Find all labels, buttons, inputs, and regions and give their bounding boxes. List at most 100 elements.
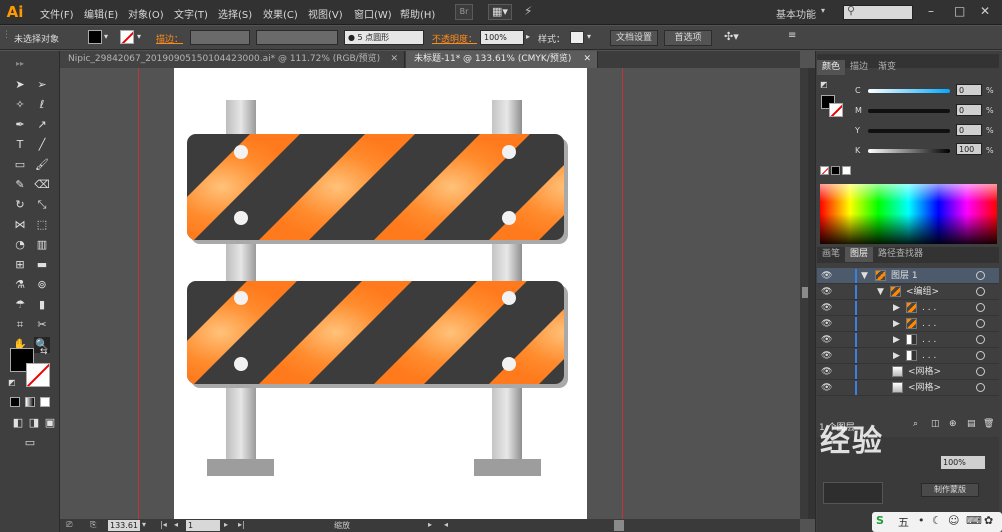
locate-object-icon[interactable]: ⌕ — [913, 419, 918, 429]
stroke-none-swatch[interactable] — [120, 30, 134, 44]
eyedropper-tool-icon[interactable]: ⚗ — [12, 277, 28, 293]
next-artboard-icon[interactable]: ▸ — [224, 520, 228, 529]
lasso-tool-icon[interactable]: ℓ — [34, 97, 50, 113]
layer-name[interactable]: . . . — [922, 348, 936, 364]
target-circle-icon[interactable] — [976, 351, 985, 360]
gradient-mode-icon[interactable] — [25, 397, 35, 407]
symbol-sprayer-tool-icon[interactable]: ☂ — [12, 297, 28, 313]
chevron-down-icon[interactable]: ▾ — [142, 520, 146, 529]
channel-value-k[interactable]: 100 — [956, 143, 982, 155]
menu-help[interactable]: 帮助(H) — [400, 6, 435, 21]
channel-slider-c[interactable] — [868, 89, 950, 93]
layer-row[interactable]: 👁 ▶ . . . — [817, 348, 999, 364]
arrange-documents-icon[interactable]: ▦▾ — [488, 4, 512, 20]
expand-icon[interactable]: ▶ — [893, 332, 900, 348]
variable-width-field[interactable] — [256, 30, 338, 45]
tab-stroke[interactable]: 描边 — [845, 60, 873, 75]
paintbrush-tool-icon[interactable]: 🖌 — [34, 157, 50, 173]
menu-edit[interactable]: 编辑(E) — [84, 6, 118, 21]
share-icon[interactable]: ⎘ — [90, 520, 96, 530]
opacity-label[interactable]: 不透明度： — [432, 32, 477, 45]
layer-row[interactable]: 👁 ▼ 图层 1 — [817, 268, 999, 284]
chevron-right-icon[interactable]: ▸ — [526, 32, 530, 41]
artboard-number-field[interactable]: 1 — [186, 520, 220, 531]
guide-line[interactable] — [138, 68, 139, 520]
curvature-tool-icon[interactable]: ↗ — [34, 117, 50, 133]
punctuation-icon[interactable]: • — [918, 514, 925, 527]
last-artboard-icon[interactable]: ▸| — [238, 520, 245, 529]
stroke-toggle-icon[interactable]: ◩ — [820, 80, 828, 89]
magic-wand-tool-icon[interactable]: ✧ — [12, 97, 28, 113]
eraser-tool-icon[interactable]: ⌫ — [34, 177, 50, 193]
slice-tool-icon[interactable]: ✂ — [34, 317, 50, 333]
tab-document-2[interactable]: 未标题-11* @ 133.61% (CMYK/预览) ✕ — [406, 51, 598, 68]
target-circle-icon[interactable] — [976, 287, 985, 296]
menu-effect[interactable]: 效果(C) — [263, 6, 298, 21]
column-graph-tool-icon[interactable]: ▮ — [34, 297, 50, 313]
clipping-mask-icon[interactable]: ◫ — [931, 419, 940, 429]
prev-artboard-icon[interactable]: ◂ — [174, 520, 178, 529]
visibility-eye-icon[interactable]: 👁 — [821, 300, 832, 316]
draw-inside-icon[interactable]: ▣ — [42, 415, 58, 431]
layer-row[interactable]: 👁 ▼ <编组> — [817, 284, 999, 300]
artboard-tool-icon[interactable]: ⌗ — [12, 317, 28, 333]
stroke-color-swatch[interactable] — [26, 363, 50, 387]
channel-value-m[interactable]: 0 — [956, 104, 982, 116]
line-tool-icon[interactable]: ╱ — [34, 137, 50, 153]
expand-icon[interactable]: ▶ — [893, 300, 900, 316]
target-circle-icon[interactable] — [976, 271, 985, 280]
draw-behind-icon[interactable]: ◨ — [26, 415, 42, 431]
sogou-icon[interactable]: S — [876, 514, 884, 527]
layer-name[interactable]: . . . — [922, 300, 936, 316]
scroll-left-icon[interactable]: ◂ — [444, 520, 448, 529]
ime-mode-label[interactable]: 五 — [898, 514, 909, 530]
chevron-right-icon[interactable]: ▸ — [428, 520, 432, 529]
rectangle-tool-icon[interactable]: ▭ — [12, 157, 28, 173]
new-sublayer-icon[interactable]: ⊕ — [949, 419, 957, 429]
direct-selection-tool-icon[interactable]: ➢ — [34, 77, 50, 93]
opacity-field[interactable]: 100% — [480, 30, 524, 45]
width-tool-icon[interactable]: ⋈ — [12, 217, 28, 233]
channel-slider-y[interactable] — [868, 129, 950, 133]
artboard[interactable] — [174, 68, 587, 520]
layer-row[interactable]: 👁 ▶ . . . — [817, 300, 999, 316]
close-icon[interactable]: ✕ — [390, 51, 398, 68]
panel-dock-edge[interactable] — [808, 68, 815, 519]
layer-row[interactable]: 👁 ▶ . . . — [817, 316, 999, 332]
close-icon[interactable]: ✕ — [583, 51, 591, 68]
stroke-label[interactable]: 描边： — [156, 32, 183, 45]
visibility-eye-icon[interactable]: 👁 — [821, 332, 832, 348]
visibility-eye-icon[interactable]: 👁 — [821, 268, 832, 284]
preferences-button[interactable]: 首选项 — [664, 30, 712, 46]
keyboard-icon[interactable]: ⌨ — [966, 514, 982, 527]
first-artboard-icon[interactable]: |◂ — [160, 520, 167, 529]
gradient-tool-icon[interactable]: ▬ — [34, 257, 50, 273]
tab-brushes[interactable]: 画笔 — [817, 247, 845, 262]
chevron-down-icon[interactable]: ▾ — [587, 32, 591, 41]
layer-name[interactable]: <网格> — [908, 364, 941, 380]
channel-slider-m[interactable] — [868, 109, 950, 113]
perspective-grid-tool-icon[interactable]: ▥ — [34, 237, 50, 253]
none-color-swatch[interactable] — [820, 166, 829, 175]
style-swatch[interactable] — [570, 31, 584, 44]
new-layer-icon[interactable]: ▤ — [967, 419, 976, 429]
chevron-down-icon[interactable]: ▾ — [104, 32, 108, 41]
selection-tool-icon[interactable]: ➤ — [12, 77, 28, 93]
expand-icon[interactable]: ▼ — [861, 268, 868, 284]
menu-select[interactable]: 选择(S) — [218, 6, 252, 21]
panel-menu-icon[interactable]: ≡ — [788, 30, 796, 41]
target-circle-icon[interactable] — [976, 383, 985, 392]
tab-layers[interactable]: 图层 — [845, 247, 874, 262]
chevron-down-icon[interactable]: ▾ — [821, 6, 825, 15]
stroke-weight-field[interactable] — [190, 30, 250, 45]
maximize-icon[interactable]: □ — [954, 4, 965, 18]
layer-name[interactable]: . . . — [922, 316, 936, 332]
menu-file[interactable]: 文件(F) — [40, 6, 74, 21]
emoji-icon[interactable]: ☺ — [948, 514, 959, 527]
layer-row[interactable]: 👁 <网格> — [817, 380, 999, 396]
draw-normal-icon[interactable]: ◧ — [10, 415, 26, 431]
tab-gradient[interactable]: 渐变 — [873, 60, 901, 75]
channel-value-y[interactable]: 0 — [956, 124, 982, 136]
layer-row[interactable]: 👁 <网格> — [817, 364, 999, 380]
close-icon[interactable]: ✕ — [980, 4, 990, 18]
